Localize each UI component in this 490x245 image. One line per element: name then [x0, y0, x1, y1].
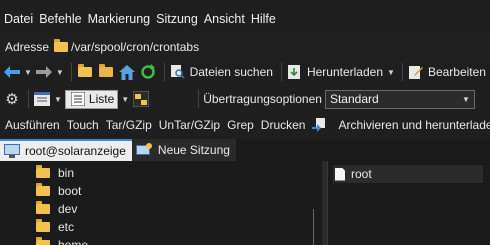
view-icon[interactable] [33, 90, 51, 108]
tab-new-label: Neue Sitzung [157, 143, 230, 157]
edit-icon [407, 63, 425, 81]
list-icon [69, 90, 87, 108]
download-label: Herunterladen [306, 65, 384, 79]
file-icon [335, 167, 345, 181]
tree-item[interactable]: boot [36, 182, 81, 200]
forward-arrow-icon[interactable] [35, 63, 53, 81]
file-panels: bin boot dev etc home root [0, 161, 490, 245]
settings-icon[interactable]: ⚙ [3, 90, 21, 108]
folder-icon [54, 39, 69, 52]
file-list-panel: root [327, 161, 490, 245]
menu-sitzung[interactable]: Sitzung [156, 12, 198, 26]
transfer-icon[interactable] [312, 116, 326, 134]
chevron-down-icon[interactable]: ▼ [56, 68, 64, 77]
tab-active-label: root@solaranzeige [25, 144, 126, 158]
download-icon [286, 63, 304, 81]
tab-new-session[interactable]: Neue Sitzung [131, 139, 236, 161]
new-session-icon [135, 141, 153, 159]
separator [70, 63, 72, 81]
cmd-archive-download[interactable]: Archivieren und herunterladen [338, 118, 490, 132]
separator [280, 63, 282, 81]
menu-datei[interactable]: Datei [4, 12, 33, 26]
edit-button[interactable]: Bearbeiten [407, 63, 486, 81]
find-files-label: Dateien suchen [189, 65, 273, 79]
folder-icon [36, 165, 50, 178]
tree-item[interactable]: dev [36, 200, 77, 218]
tree-item[interactable]: bin [36, 164, 74, 182]
parent-folder-icon[interactable] [76, 63, 94, 81]
transfer-options-select[interactable]: Standard ▼ [324, 89, 475, 109]
tree-item[interactable]: etc [36, 218, 74, 236]
folder-icon [36, 237, 50, 245]
menu-bar: Datei Befehle Markierung Sitzung Ansicht… [0, 0, 490, 37]
toolbar-view: ⚙ ▼ Liste ▼ Übertragungsoptionen Standar… [0, 87, 490, 111]
toolbar-commands: Ausführen Touch Tar/GZip UnTar/GZip Grep… [0, 114, 490, 136]
tab-active-session[interactable]: root@solaranzeige [0, 139, 132, 161]
tree-item-label: dev [58, 202, 78, 216]
separator [28, 90, 29, 108]
tree-item-label: bin [58, 166, 75, 180]
chevron-down-icon[interactable]: ▼ [54, 95, 62, 104]
home-icon[interactable] [118, 63, 136, 81]
cmd-touch[interactable]: Touch [67, 118, 99, 132]
address-bar: Adresse /var/spool/cron/crontabs [0, 37, 490, 57]
chevron-down-icon[interactable]: ▼ [387, 68, 395, 77]
menu-befehle[interactable]: Befehle [39, 12, 81, 26]
address-path[interactable]: /var/spool/cron/crontabs [71, 40, 199, 54]
separator [401, 63, 403, 81]
root-folder-icon[interactable] [97, 63, 115, 81]
menu-hilfe[interactable]: Hilfe [251, 12, 276, 26]
cmd-execute[interactable]: Ausführen [5, 118, 60, 132]
cmd-grep[interactable]: Grep [227, 118, 254, 132]
tree-item-label: home [58, 238, 89, 245]
menu-markierung[interactable]: Markierung [88, 12, 151, 26]
cmd-untar-gzip[interactable]: UnTar/GZip [159, 118, 220, 132]
view-mode-button[interactable]: Liste [64, 89, 119, 109]
tree-scrollbar[interactable] [313, 209, 314, 245]
view-mode-label: Liste [88, 92, 115, 106]
chevron-down-icon[interactable]: ▼ [121, 95, 129, 104]
folder-icon [36, 183, 50, 196]
transfer-options-value: Standard [329, 92, 379, 106]
menu-ansicht[interactable]: Ansicht [204, 12, 245, 26]
chevron-down-icon: ▼ [462, 94, 470, 104]
tree-item-label: boot [58, 184, 82, 198]
tree-item[interactable]: home [36, 236, 88, 245]
address-label: Adresse [5, 40, 50, 54]
cmd-tar-gzip[interactable]: Tar/GZip [106, 118, 152, 132]
chevron-down-icon[interactable]: ▼ [24, 68, 32, 77]
tree-item-label: etc [58, 220, 75, 234]
separator [198, 90, 200, 108]
find-files-button[interactable]: Dateien suchen [169, 63, 273, 81]
filter-icon[interactable] [132, 90, 150, 108]
cmd-print[interactable]: Drucken [261, 118, 306, 132]
list-item[interactable]: root [333, 165, 483, 183]
download-button[interactable]: Herunterladen [286, 63, 383, 81]
separator [163, 63, 165, 81]
folder-icon [36, 219, 50, 232]
remote-tree-panel: bin boot dev etc home [0, 161, 322, 245]
file-name: root [351, 167, 372, 181]
find-icon [169, 63, 187, 81]
back-arrow-icon[interactable] [3, 63, 21, 81]
terminal-icon [3, 142, 21, 160]
refresh-icon[interactable] [139, 63, 157, 81]
toolbar-navigation: ▼ ▼ Dateien suchen Herunterladen ▼ Bearb… [0, 60, 490, 84]
edit-label: Bearbeiten [427, 65, 486, 79]
transfer-options-label: Übertragungsoptionen [203, 92, 322, 106]
folder-icon [36, 201, 50, 214]
session-tabs: root@solaranzeige Neue Sitzung [0, 139, 490, 161]
